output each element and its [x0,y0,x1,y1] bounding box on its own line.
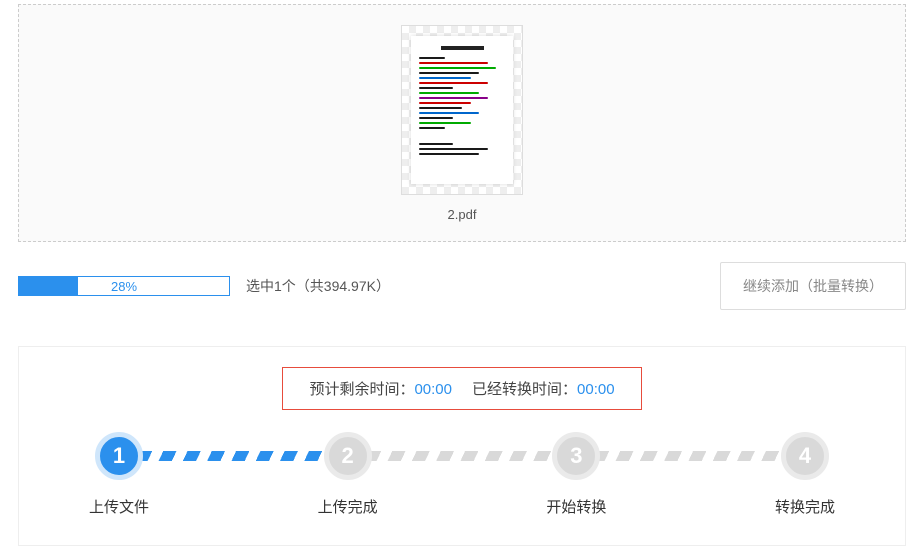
step-3-circle: 3 [552,432,600,480]
selected-info: 选中1个（共394.97K） [246,276,390,296]
connector-2-3 [368,451,557,461]
file-name: 2.pdf [448,207,477,222]
conversion-panel: 预计剩余时间：00:00 已经转换时间：00:00 1 上传文件 2 上传完成 … [18,346,906,546]
remaining-time-label: 预计剩余时间： [309,381,414,398]
elapsed-time-label: 已经转换时间： [472,381,577,398]
step-4-circle: 4 [781,432,829,480]
step-2-upload-complete: 2 上传完成 [318,432,378,517]
step-2-circle: 2 [324,432,372,480]
step-3-start-convert: 3 开始转换 [546,432,606,517]
progress-percent: 28% [111,279,137,294]
file-thumbnail[interactable] [401,25,523,195]
step-4-convert-complete: 4 转换完成 [775,432,835,517]
connector-1-2 [139,451,328,461]
add-more-button[interactable]: 继续添加（批量转换） [720,262,906,310]
upload-progress-bar: 28% [18,276,230,296]
elapsed-time-value: 00:00 [577,381,615,398]
time-info-box: 预计剩余时间：00:00 已经转换时间：00:00 [282,367,641,410]
file-preview: 2.pdf [401,25,523,222]
upload-drop-zone[interactable]: 2.pdf [18,4,906,242]
step-4-label: 转换完成 [775,496,835,517]
step-1-circle: 1 [95,432,143,480]
remaining-time: 预计剩余时间：00:00 [309,378,452,399]
connector-3-4 [596,451,785,461]
step-3-label: 开始转换 [546,496,606,517]
elapsed-time: 已经转换时间：00:00 [472,378,615,399]
step-1-upload-file: 1 上传文件 [89,432,149,517]
add-more-label: 继续添加（批量转换） [743,276,883,296]
progress-steps: 1 上传文件 2 上传完成 3 开始转换 4 转换完成 [19,432,905,517]
step-2-label: 上传完成 [318,496,378,517]
document-page-icon [411,36,513,184]
status-row: 28% 选中1个（共394.97K） 继续添加（批量转换） [18,262,906,310]
remaining-time-value: 00:00 [414,381,452,398]
step-1-label: 上传文件 [89,496,149,517]
